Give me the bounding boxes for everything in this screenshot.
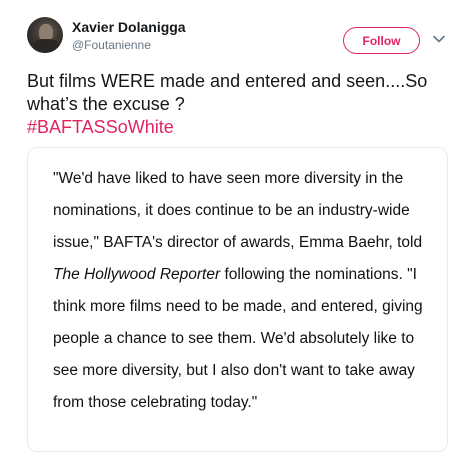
tweet-card: Xavier Dolanigga @Foutanienne Follow But… xyxy=(0,0,473,462)
quote-part-2: following the nominations. "I think more… xyxy=(53,266,423,411)
display-name[interactable]: Xavier Dolanigga xyxy=(72,18,186,36)
publication-name: The Hollywood Reporter xyxy=(53,266,221,283)
follow-button[interactable]: Follow xyxy=(343,27,420,54)
user-handle[interactable]: @Foutanienne xyxy=(72,37,186,53)
avatar[interactable] xyxy=(27,17,63,53)
quote-text: "We'd have liked to have seen more diver… xyxy=(53,163,433,419)
chevron-down-icon[interactable] xyxy=(432,32,446,46)
quote-image-card[interactable]: "We'd have liked to have seen more diver… xyxy=(27,147,448,452)
author-info: Xavier Dolanigga @Foutanienne xyxy=(72,18,186,53)
avatar-body xyxy=(33,39,59,53)
tweet-body: But films WERE made and entered and seen… xyxy=(27,71,428,114)
hashtag-link[interactable]: #BAFTASSoWhite xyxy=(27,116,447,139)
quote-part-1: "We'd have liked to have seen more diver… xyxy=(53,170,423,251)
tweet-text: But films WERE made and entered and seen… xyxy=(27,70,447,139)
tweet-header: Xavier Dolanigga @Foutanienne Follow xyxy=(27,17,457,61)
